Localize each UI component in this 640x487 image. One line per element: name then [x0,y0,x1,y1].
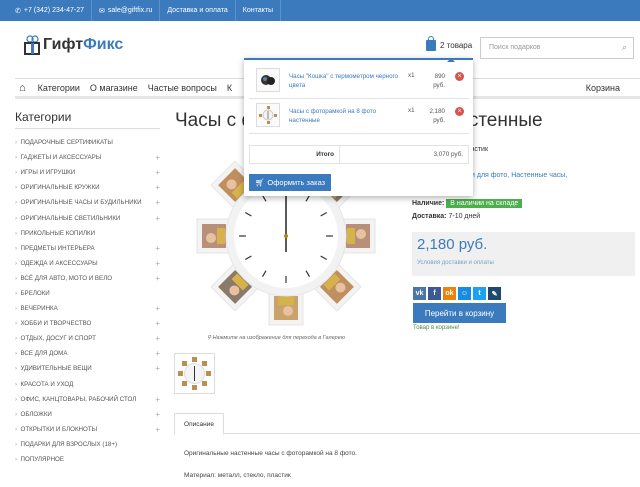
phone-icon: ✆ [15,7,21,15]
nav-categories[interactable]: Категории [38,83,80,93]
sidebar-category-item[interactable]: › ОДЕЖДА И АКСЕССУАРЫ + [15,256,160,271]
sidebar-category-item[interactable]: › ИГРЫ И ИГРУШКИ + [15,165,160,180]
top-bar: ✆ +7 (342) 234-47-27 ✉ sale@giftfix.ru Дос… [0,0,640,21]
cart-item: Часы с фоторамкой на 8 фото настенные x1… [249,99,469,134]
nav-contacts[interactable]: К [227,83,232,93]
in-cart-message: Товар в корзине! [413,325,460,331]
expand-plus-icon[interactable]: + [155,259,160,268]
product-price: 2,180 руб. [417,236,488,253]
category-sidebar: Категории › ПОДАРОЧНЫЕ СЕРТИФИКАТЫ › ГАДЖ… [15,110,160,467]
sidebar-category-item[interactable]: › ОФИС, КАНЦТОВАРЫ, РАБОЧИЙ СТОЛ + [15,392,160,407]
expand-plus-icon[interactable]: + [155,214,160,223]
social-share: vk f ok ☺ t ✎ [413,287,501,300]
cart-dropdown: Часы "Кошка" с термометром черного цвета… [244,58,473,196]
price-box: 2,180 руб. Условия доставки и оплаты [412,232,635,276]
expand-plus-icon[interactable]: + [155,364,160,373]
clock-thumbnail-icon [178,357,211,390]
phone-link[interactable]: ✆ +7 (342) 234-47-27 [8,0,93,21]
expand-plus-icon[interactable]: + [155,304,160,313]
sidebar-category-item[interactable]: › ОРИГИНАЛЬНЫЕ СВЕТИЛЬНИКИ + [15,210,160,225]
stock-label: Наличие: [412,200,445,207]
cart-total: Итого 3,070 руб. [249,145,469,164]
delivery-label: Доставка: [412,213,447,220]
expand-plus-icon[interactable]: + [155,319,160,328]
cart-icon: 🛒︎ [254,178,265,187]
sidebar-category-item[interactable]: › ГАДЖЕТЫ И АКСЕССУАРЫ + [15,150,160,165]
sidebar-category-item[interactable]: › ПРЕДМЕТЫ ИНТЕРЬЕРА + [15,241,160,256]
sidebar-category-item[interactable]: › ОТДЫХ, ДОСУГ И СПОРТ + [15,331,160,346]
expand-plus-icon[interactable]: + [155,425,160,434]
gallery-hint: ⚲ Нажмите на изображение для перехода в … [207,335,345,341]
cart-button[interactable]: 2 товара [426,36,472,51]
stock-badge: В наличии на складе [446,199,523,208]
envelope-icon: ✉ [99,7,105,15]
sidebar-category-item[interactable]: › КРАСОТА И УХОД [15,377,160,392]
cart-item-name[interactable]: Часы "Кошка" с термометром черного цвета [289,72,404,90]
go-to-cart-button[interactable]: Перейти в корзину [413,303,506,323]
shopping-bag-icon [426,36,436,51]
expand-plus-icon[interactable]: + [155,395,160,404]
sidebar-category-item[interactable]: › УДИВИТЕЛЬНЫЕ ВЕЩИ + [15,361,160,376]
remove-item-icon[interactable]: × [455,107,464,116]
share-lj-icon[interactable]: ✎ [488,287,501,300]
share-tw-icon[interactable]: t [473,287,486,300]
expand-plus-icon[interactable]: + [155,274,160,283]
sidebar-category-item[interactable]: › ПОПУЛЯРНОЕ [15,452,160,467]
photo-clock-thumbnail[interactable] [256,103,280,127]
delivery-terms-link[interactable]: Условия доставки и оплаты [417,260,630,266]
expand-plus-icon[interactable]: + [155,168,160,177]
nav-faq[interactable]: Частые вопросы [148,83,217,93]
search-icon[interactable]: ⌕ [622,42,627,53]
expand-plus-icon[interactable]: + [155,198,160,207]
share-vk-icon[interactable]: vk [413,287,426,300]
sidebar-category-item[interactable]: › БРЕЛОКИ [15,286,160,301]
contacts-link[interactable]: Контакты [236,0,281,21]
remove-item-icon[interactable]: × [455,72,464,81]
search-input[interactable]: Поиск подарков ⌕ [480,37,634,59]
cart-item-name[interactable]: Часы с фоторамкой на 8 фото настенные [289,107,404,125]
expand-plus-icon[interactable]: + [155,244,160,253]
sidebar-category-item[interactable]: › ПОДАРОЧНЫЕ СЕРТИФИКАТЫ [15,135,160,150]
expand-plus-icon[interactable]: + [155,410,160,419]
sidebar-category-item[interactable]: › ВЕЧЕРИНКА + [15,301,160,316]
expand-plus-icon[interactable]: + [155,334,160,343]
email-link[interactable]: ✉ sale@giftfix.ru [92,0,161,21]
nav-cart[interactable]: Корзина [586,83,620,93]
clock-icon [259,106,277,124]
expand-plus-icon[interactable]: + [155,153,160,162]
share-f-icon[interactable]: f [428,287,441,300]
sidebar-category-item[interactable]: › ПРИКОЛЬНЫЕ КОПИЛКИ [15,226,160,241]
clock-icon [261,75,275,85]
product-thumbnail[interactable] [174,353,215,394]
cart-item: Часы "Кошка" с термометром черного цвета… [249,64,469,99]
logo[interactable]: Гифт Фикс [24,35,123,55]
delivery-link[interactable]: Доставка и оплата [160,0,236,21]
expand-plus-icon[interactable]: + [155,349,160,358]
share-ok-icon[interactable]: ok [443,287,456,300]
sidebar-category-item[interactable]: › ВСЕ ДЛЯ ДОМА + [15,346,160,361]
sidebar-category-item[interactable]: › ПОДАРКИ ДЛЯ ВЗРОСЛЫХ (18+) [15,437,160,452]
sidebar-category-item[interactable]: › ХОББИ И ТВОРЧЕСТВО + [15,316,160,331]
home-icon[interactable]: ⌂ [19,82,26,94]
cat-clock-thumbnail[interactable] [256,68,280,92]
sidebar-category-item[interactable]: › ОТКРЫТКИ И БЛОКНОТЫ + [15,422,160,437]
expand-plus-icon[interactable]: + [155,183,160,192]
product-tabs: Описание [174,413,640,435]
sidebar-title: Категории [15,110,160,129]
sidebar-category-item[interactable]: › ОРИГИНАЛЬНЫЕ КРУЖКИ + [15,180,160,195]
sidebar-category-item[interactable]: › ВСЁ ДЛЯ АВТО, МОТО И ВЕЛО + [15,271,160,286]
checkout-button[interactable]: 🛒︎ Оформить заказ [249,174,331,191]
sidebar-category-item[interactable]: › ОРИГИНАЛЬНЫЕ ЧАСЫ И БУДИЛЬНИКИ + [15,195,160,210]
share-mm-icon[interactable]: ☺ [458,287,471,300]
tab-description[interactable]: Описание [174,413,224,435]
product-description: Оригинальные настенные часы с фоторамкой… [184,450,357,479]
nav-about[interactable]: О магазине [90,83,138,93]
availability-info: Наличие: В наличии на складе Доставка: 7… [412,197,523,223]
gift-logo-icon [24,35,40,55]
sidebar-category-item[interactable]: › ОБЛОЖКИ + [15,407,160,422]
